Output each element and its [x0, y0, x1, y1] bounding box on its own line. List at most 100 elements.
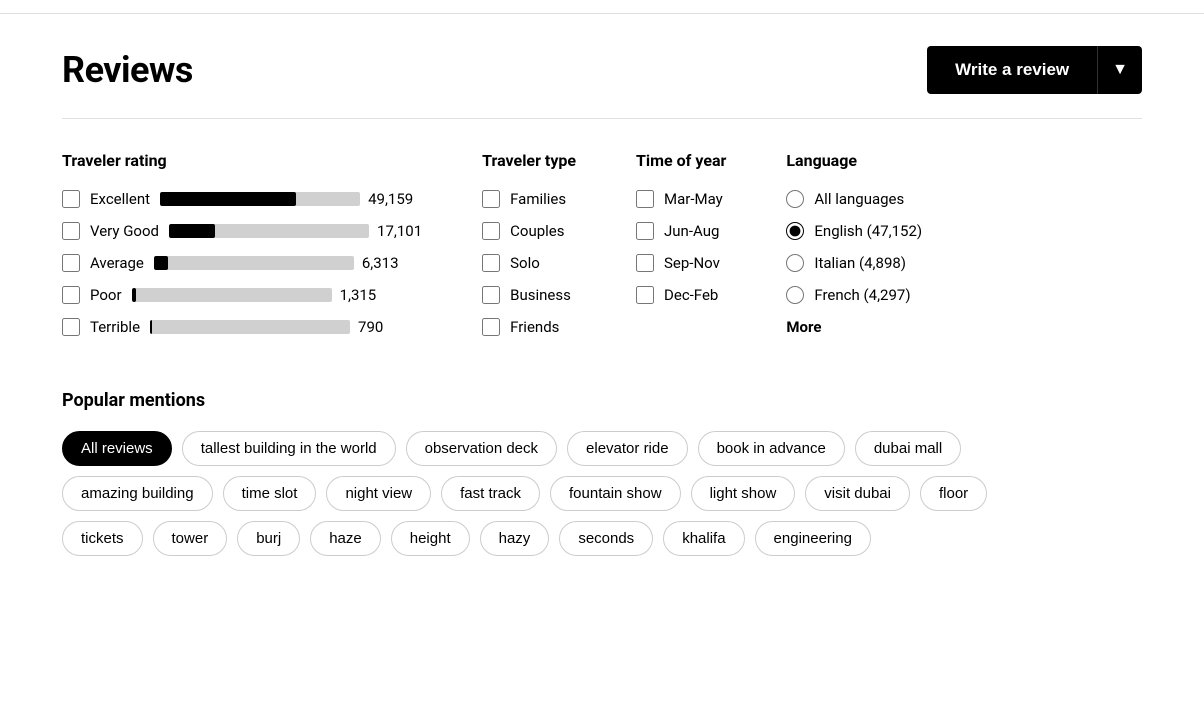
time-of-year-label: Jun-Aug [664, 222, 719, 240]
traveler-type-checkbox[interactable] [482, 254, 500, 272]
popular-mention-tag[interactable]: tickets [62, 521, 143, 556]
rating-label: Excellent [90, 190, 150, 208]
rating-filter-item[interactable]: Terrible 790 [62, 318, 422, 336]
write-review-dropdown-button[interactable]: ▼ [1097, 46, 1142, 94]
rating-bar-fill [132, 288, 136, 302]
popular-mention-tag[interactable]: floor [920, 476, 987, 511]
write-review-group: Write a review ▼ [927, 46, 1142, 94]
time-of-year-checkbox[interactable] [636, 222, 654, 240]
traveler-type-item[interactable]: Solo [482, 254, 576, 272]
rating-label: Poor [90, 286, 122, 304]
language-radio[interactable] [786, 254, 804, 272]
language-radio[interactable] [786, 222, 804, 240]
popular-mention-tag[interactable]: book in advance [698, 431, 845, 466]
rating-bar-bg [132, 288, 332, 302]
popular-mention-tag[interactable]: height [391, 521, 470, 556]
rating-bar-container: 49,159 [160, 190, 413, 208]
rating-filter-item[interactable]: Average 6,313 [62, 254, 422, 272]
popular-mention-tag[interactable]: visit dubai [805, 476, 910, 511]
rating-label: Average [90, 254, 144, 272]
language-more[interactable]: More [786, 318, 922, 336]
traveler-type-title: Traveler type [482, 151, 576, 170]
traveler-type-item[interactable]: Families [482, 190, 576, 208]
traveler-rating-section: Traveler rating Excellent 49,159 Very Go… [62, 151, 422, 350]
time-of-year-item[interactable]: Dec-Feb [636, 286, 726, 304]
language-item[interactable]: All languages [786, 190, 922, 208]
popular-mentions-section: Popular mentions All reviewstallest buil… [62, 390, 1142, 556]
reviews-title: Reviews [62, 49, 193, 91]
language-label: French (4,297) [814, 286, 910, 304]
tags-row-2: amazing building time slot night view fast … [62, 476, 1142, 511]
time-of-year-label: Sep-Nov [664, 254, 720, 272]
tags-row-1: All reviews tallest building in the world… [62, 431, 1142, 466]
rating-filter-item[interactable]: Excellent 49,159 [62, 190, 422, 208]
rating-bar-container: 6,313 [154, 254, 407, 272]
rating-bar-container: 1,315 [132, 286, 385, 304]
rating-filter-item[interactable]: Very Good 17,101 [62, 222, 422, 240]
popular-mention-tag[interactable]: seconds [559, 521, 653, 556]
popular-mention-tag[interactable]: light show [691, 476, 796, 511]
popular-mention-tag[interactable]: elevator ride [567, 431, 688, 466]
time-of-year-item[interactable]: Sep-Nov [636, 254, 726, 272]
traveler-type-label: Families [510, 190, 566, 208]
time-of-year-checkbox[interactable] [636, 286, 654, 304]
traveler-type-checkbox[interactable] [482, 222, 500, 240]
time-of-year-label: Mar-May [664, 190, 723, 208]
traveler-type-section: Traveler type Families Couples Solo Busi… [482, 151, 576, 350]
popular-mention-tag[interactable]: khalifa [663, 521, 744, 556]
rating-checkbox[interactable] [62, 222, 80, 240]
popular-mention-tag[interactable]: All reviews [62, 431, 172, 466]
rating-bar-fill [160, 192, 296, 206]
reviews-header: Reviews Write a review ▼ [62, 46, 1142, 94]
time-of-year-item[interactable]: Jun-Aug [636, 222, 726, 240]
time-of-year-section: Time of year Mar-May Jun-Aug Sep-Nov Dec… [636, 151, 726, 350]
popular-mention-tag[interactable]: burj [237, 521, 300, 556]
traveler-type-label: Solo [510, 254, 540, 272]
rating-checkbox[interactable] [62, 254, 80, 272]
language-item[interactable]: Italian (4,898) [786, 254, 922, 272]
traveler-type-checkbox[interactable] [482, 318, 500, 336]
time-of-year-checkbox[interactable] [636, 190, 654, 208]
write-review-button[interactable]: Write a review [927, 46, 1097, 94]
traveler-type-label: Friends [510, 318, 559, 336]
traveler-type-checkbox[interactable] [482, 286, 500, 304]
popular-mention-tag[interactable]: dubai mall [855, 431, 961, 466]
rating-bar-container: 790 [150, 318, 403, 336]
rating-count: 1,315 [340, 286, 385, 304]
popular-mention-tag[interactable]: night view [326, 476, 431, 511]
language-label: English (47,152) [814, 222, 922, 240]
popular-mention-tag[interactable]: tallest building in the world [182, 431, 396, 466]
time-of-year-checkbox[interactable] [636, 254, 654, 272]
filters-row: Traveler rating Excellent 49,159 Very Go… [62, 151, 1142, 350]
language-item[interactable]: English (47,152) [786, 222, 922, 240]
popular-mention-tag[interactable]: amazing building [62, 476, 213, 511]
rating-filter-item[interactable]: Poor 1,315 [62, 286, 422, 304]
popular-mention-tag[interactable]: fountain show [550, 476, 681, 511]
rating-checkbox[interactable] [62, 286, 80, 304]
popular-mention-tag[interactable]: fast track [441, 476, 540, 511]
popular-mention-tag[interactable]: haze [310, 521, 381, 556]
rating-count: 17,101 [377, 222, 422, 240]
rating-checkbox[interactable] [62, 318, 80, 336]
language-item[interactable]: French (4,297) [786, 286, 922, 304]
language-title: Language [786, 151, 922, 170]
rating-checkbox[interactable] [62, 190, 80, 208]
tags-row-3: tickets tower burj haze height hazy seconds kha… [62, 521, 1142, 556]
traveler-type-item[interactable]: Friends [482, 318, 576, 336]
traveler-rating-title: Traveler rating [62, 151, 422, 170]
rating-bar-fill [150, 320, 152, 334]
traveler-type-item[interactable]: Business [482, 286, 576, 304]
rating-count: 790 [358, 318, 403, 336]
traveler-type-checkbox[interactable] [482, 190, 500, 208]
time-of-year-title: Time of year [636, 151, 726, 170]
popular-mention-tag[interactable]: time slot [223, 476, 317, 511]
popular-mention-tag[interactable]: hazy [480, 521, 550, 556]
language-radio[interactable] [786, 190, 804, 208]
rating-count: 6,313 [362, 254, 407, 272]
popular-mention-tag[interactable]: tower [153, 521, 228, 556]
traveler-type-item[interactable]: Couples [482, 222, 576, 240]
popular-mention-tag[interactable]: engineering [755, 521, 871, 556]
popular-mention-tag[interactable]: observation deck [406, 431, 557, 466]
language-radio[interactable] [786, 286, 804, 304]
time-of-year-item[interactable]: Mar-May [636, 190, 726, 208]
